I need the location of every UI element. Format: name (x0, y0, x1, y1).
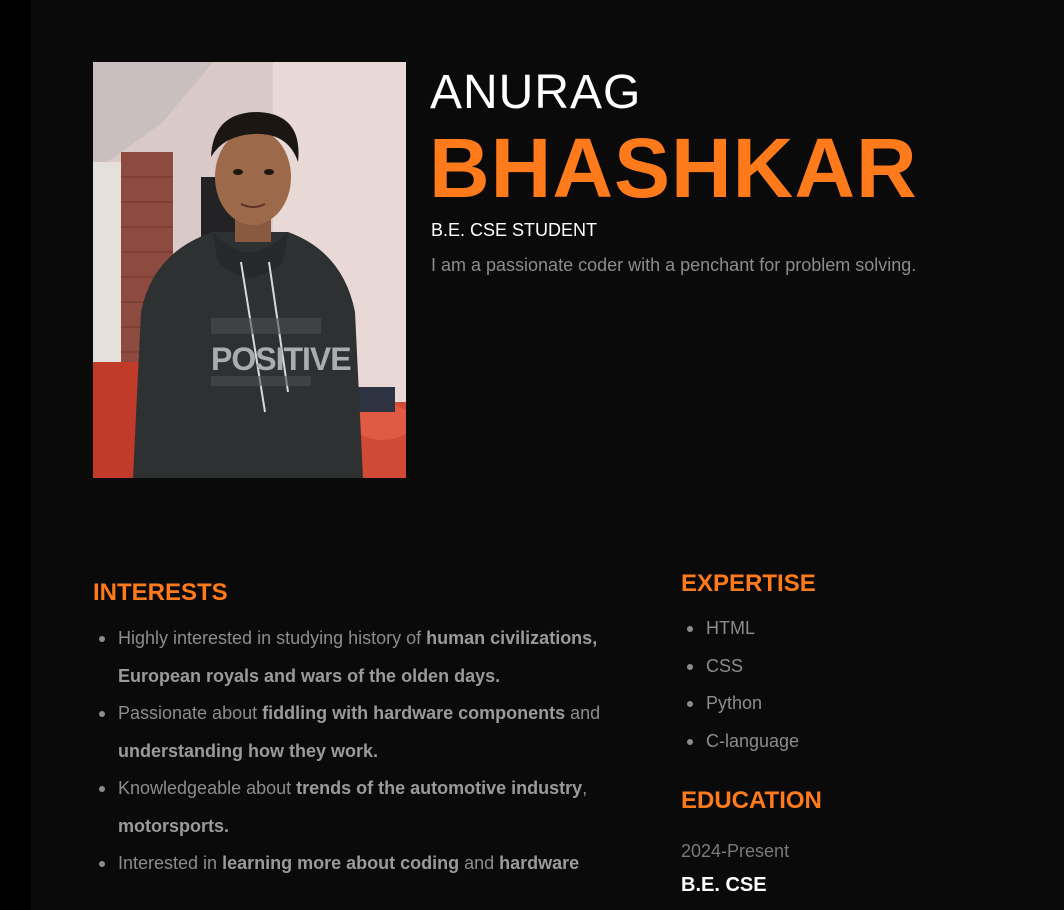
interest-highlight: understanding how they work. (118, 740, 379, 761)
interest-text: Highly interested in studying history of (118, 628, 427, 648)
interests-heading: INTERESTS (93, 579, 228, 606)
last-name: BHASHKAR (429, 121, 918, 215)
interest-text: , (582, 778, 588, 798)
expertise-item: CSS (681, 648, 981, 686)
education-degree: B.E. CSE (681, 874, 767, 896)
resume-page: POSITIVE ANURAG BHASHKAR B.E. CSE STUDEN… (31, 0, 1064, 910)
expertise-heading: EXPERTISE (681, 570, 816, 597)
interest-item: Passionate about fiddling with hardware … (93, 695, 633, 770)
first-name: ANURAG (430, 66, 642, 119)
interest-text: Passionate about (118, 703, 263, 723)
expertise-item: Python (681, 685, 981, 723)
expertise-item: C-language (681, 723, 981, 761)
expertise-list: HTML CSS Python C-language (681, 610, 981, 760)
interest-highlight: hardware (499, 853, 580, 873)
interest-highlight: motorsports. (118, 815, 230, 836)
interest-text: and (459, 853, 500, 873)
education-heading: EDUCATION (681, 787, 822, 814)
interest-text: and (565, 703, 601, 723)
interest-highlight: trends of the automotive industry (296, 778, 583, 798)
role-title: B.E. CSE STUDENT (431, 220, 598, 240)
tagline: I am a passionate coder with a penchant … (431, 255, 917, 275)
interest-item: Interested in learning more about coding… (93, 845, 633, 883)
interest-highlight: fiddling with hardware components (262, 703, 566, 723)
expertise-item: HTML (681, 610, 981, 648)
interest-text: Knowledgeable about (118, 778, 297, 798)
shirt-print-text: POSITIVE (211, 341, 351, 377)
interest-item: Highly interested in studying history of… (93, 620, 633, 695)
profile-photo: POSITIVE (93, 62, 406, 478)
interest-text: Interested in (118, 853, 223, 873)
interests-list: Highly interested in studying history of… (93, 620, 633, 883)
interest-highlight: learning more about coding (222, 853, 460, 873)
education-years: 2024-Present (681, 841, 790, 861)
interest-item: Knowledgeable about trends of the automo… (93, 770, 633, 845)
